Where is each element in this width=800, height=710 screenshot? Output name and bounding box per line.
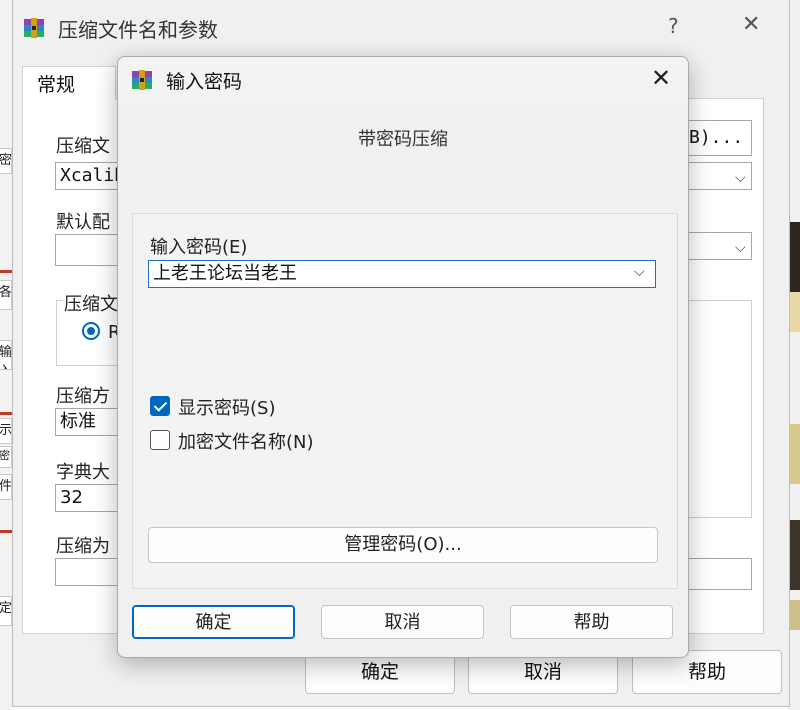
password-dialog-subtitle: 带密码压缩: [358, 129, 448, 150]
dictionary-size-select[interactable]: 32: [55, 484, 121, 512]
chevron-down-icon[interactable]: ⌵: [634, 264, 645, 280]
parameters-field[interactable]: [684, 558, 752, 590]
password-help-button[interactable]: 帮助: [510, 605, 673, 639]
desktop-left-edge: 密 各 输入 示 密 件 定: [0, 0, 12, 710]
profile-button[interactable]: [55, 234, 121, 266]
password-input[interactable]: 上老王论坛当老王: [148, 260, 656, 288]
close-icon[interactable]: ✕: [742, 12, 760, 37]
manage-passwords-button[interactable]: 管理密码(O)...: [148, 527, 658, 563]
update-mode-dropdown[interactable]: ⌵: [684, 232, 752, 260]
winrar-icon: [132, 70, 152, 90]
edge-fragment: 示: [0, 418, 12, 444]
edge-fragment: 件: [0, 474, 12, 500]
close-icon[interactable]: ✕: [648, 63, 674, 93]
dictionary-size-label: 字典大: [56, 462, 110, 483]
winrar-icon: [24, 18, 44, 38]
show-password-checkbox[interactable]: [150, 396, 170, 416]
chevron-down-icon: ⌵: [735, 170, 746, 186]
compression-method-label: 压缩方: [56, 386, 110, 407]
options-group: [684, 300, 752, 518]
archive-name-label: 压缩文: [56, 136, 110, 157]
edge-accent: [0, 530, 12, 533]
show-password-label: 显示密码(S): [178, 398, 276, 419]
encrypt-names-checkbox[interactable]: [150, 430, 170, 450]
enter-password-dialog: 输入密码 ✕ 带密码压缩 输入密码(E) 上老王论坛当老王 ⌵ 显示密码(S) …: [117, 56, 689, 658]
edge-accent: [0, 270, 12, 273]
archive-format-group-label: 压缩文: [62, 290, 120, 316]
password-ok-button[interactable]: 确定: [132, 605, 295, 639]
compression-method-select[interactable]: 标准: [55, 408, 121, 436]
edge-fragment: 密: [0, 446, 12, 468]
default-profile-label: 默认配: [56, 212, 110, 233]
browse-button[interactable]: B)...: [684, 120, 752, 156]
password-dialog-title: 输入密码: [166, 71, 243, 93]
split-volumes-label: 压缩为: [56, 536, 110, 557]
help-icon[interactable]: ?: [668, 14, 679, 38]
edge-fragment: 密: [0, 148, 12, 174]
encrypt-names-label: 加密文件名称(N): [178, 432, 314, 453]
archive-name-dropdown[interactable]: ⌵: [684, 162, 752, 190]
chevron-down-icon: ⌵: [735, 240, 746, 256]
password-label: 输入密码(E): [150, 237, 248, 258]
password-cancel-button[interactable]: 取消: [321, 605, 484, 639]
tab-general[interactable]: 常规: [22, 66, 116, 100]
format-rar-radio[interactable]: [82, 322, 100, 340]
edge-fragment: 定: [0, 596, 12, 626]
archive-name-input[interactable]: Xcalib: [55, 162, 121, 190]
split-volumes-input[interactable]: [55, 558, 121, 586]
edge-fragment: 输入: [0, 340, 12, 370]
edge-accent: [0, 412, 12, 415]
edge-fragment: 各: [0, 280, 12, 310]
back-dialog-title: 压缩文件名和参数: [58, 18, 218, 42]
